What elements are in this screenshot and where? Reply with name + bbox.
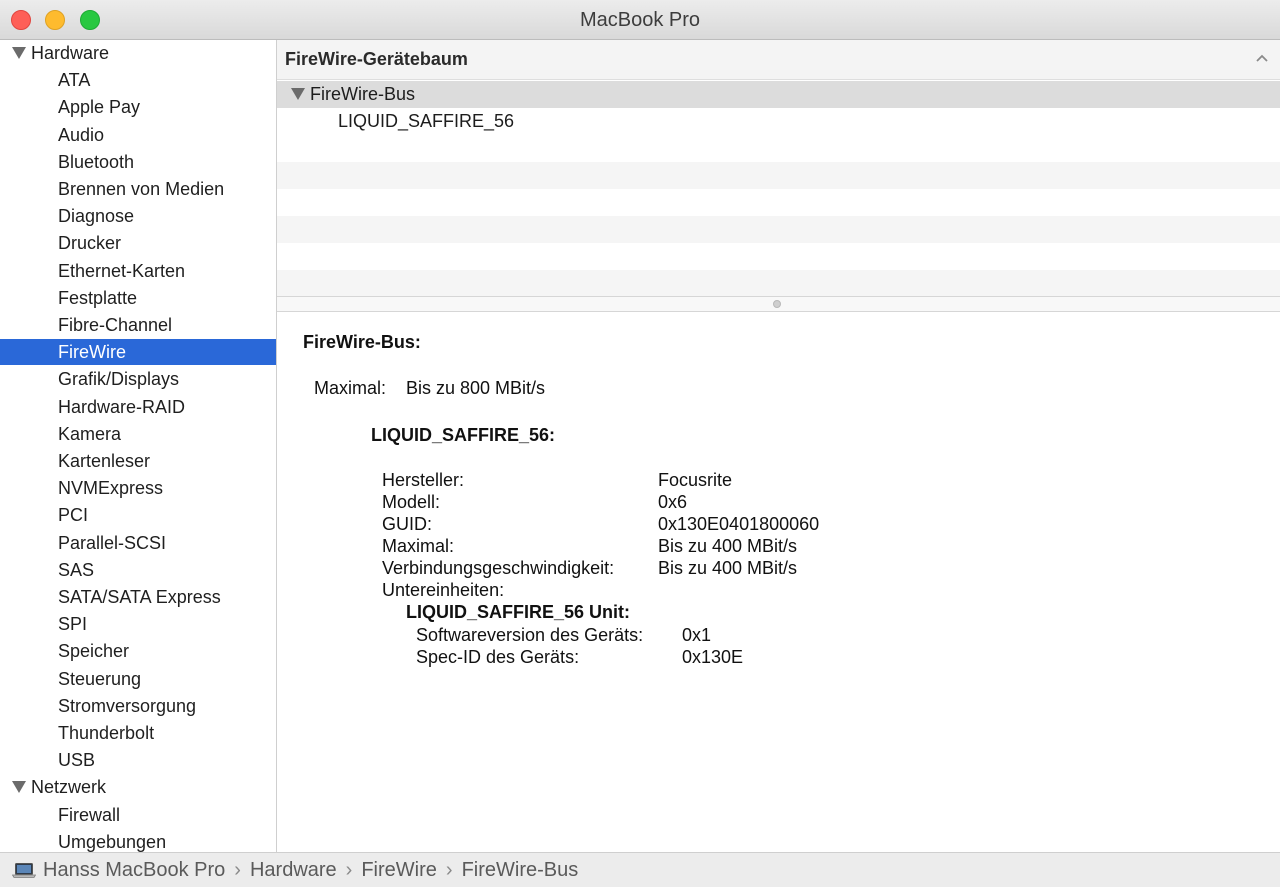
tree-row-empty — [277, 135, 1280, 162]
prop-label: Maximal: — [382, 536, 455, 556]
sidebar-item-firewall[interactable]: Firewall — [0, 802, 276, 828]
breadcrumb-separator-icon: › — [234, 859, 241, 881]
tree-row-empty — [277, 270, 1280, 296]
sidebar-item-pci[interactable]: PCI — [0, 502, 276, 528]
divider-handle-icon[interactable] — [773, 300, 781, 308]
sidebar-item-ethernet-karten[interactable]: Ethernet-Karten — [0, 258, 276, 284]
prop-label: Modell: — [382, 492, 441, 512]
breadcrumb-item[interactable]: FireWire-Bus — [462, 859, 579, 881]
sidebar-group-label: Netzwerk — [31, 777, 107, 797]
sidebar-item-diagnose[interactable]: Diagnose — [0, 203, 276, 229]
unit-prop-label: Softwareversion des Geräts: — [416, 625, 644, 645]
sidebar: Hardware ATA Apple Pay Audio Bluetooth Brenne… — [0, 40, 277, 852]
breadcrumb-separator-icon: › — [345, 859, 353, 881]
tree-row-empty — [277, 216, 1280, 243]
device-tree: FireWire-Bus LIQUID_SAFFIRE_56 — [277, 81, 1280, 296]
prop-value: Bis zu 400 MBit/s — [658, 536, 798, 556]
sidebar-item-brennen-von-medien[interactable]: Brennen von Medien — [0, 176, 276, 202]
sidebar-item-spi[interactable]: SPI — [0, 611, 276, 637]
chevron-up-icon[interactable] — [1254, 50, 1270, 66]
sidebar-item-thunderbolt[interactable]: Thunderbolt — [0, 720, 276, 746]
sidebar-item-umgebungen[interactable]: Umgebungen — [0, 829, 276, 852]
disclosure-triangle-icon[interactable] — [12, 781, 26, 793]
tree-bus-label: FireWire-Bus — [310, 84, 416, 104]
sidebar-item-kamera[interactable]: Kamera — [0, 421, 276, 447]
breadcrumb-item[interactable]: Hardware — [250, 859, 337, 881]
sidebar-item-festplatte[interactable]: Festplatte — [0, 285, 276, 311]
sidebar-item-sata-sata-express[interactable]: SATA/SATA Express — [0, 584, 276, 610]
subunits-label: Untereinheiten: — [382, 580, 505, 600]
breadcrumb: Hanss MacBook Pro › Hardware › FireWire › Fire… — [43, 853, 578, 887]
sidebar-item-speicher[interactable]: Speicher — [0, 638, 276, 664]
sidebar-group-label: Hardware — [31, 43, 110, 63]
unit-title: LIQUID_SAFFIRE_56 Unit: — [406, 602, 631, 622]
unit-prop-label: Spec-ID des Geräts: — [416, 647, 580, 667]
prop-value: Bis zu 400 MBit/s — [658, 558, 798, 578]
sidebar-item-grafik-displays[interactable]: Grafik/Displays — [0, 366, 276, 392]
prop-label: Hersteller: — [382, 470, 465, 490]
title-bar: MacBook Pro — [0, 0, 1280, 40]
detail-bus-title: FireWire-Bus: — [303, 332, 421, 352]
unit-prop-value: 0x130E — [682, 647, 744, 667]
sidebar-group-hardware[interactable]: Hardware — [0, 40, 276, 66]
tree-row-empty — [277, 189, 1280, 216]
sidebar-item-fibre-channel[interactable]: Fibre-Channel — [0, 312, 276, 338]
breadcrumb-item[interactable]: Hanss MacBook Pro — [43, 859, 225, 881]
prop-value: 0x130E0401800060 — [658, 514, 820, 534]
tree-header-label: FireWire-Gerätebaum — [285, 49, 468, 69]
tree-row-empty — [277, 162, 1280, 189]
detail-pane: FireWire-Bus: Maximal: Bis zu 800 MBit/s… — [277, 312, 1280, 852]
sidebar-item-bluetooth[interactable]: Bluetooth — [0, 149, 276, 175]
sidebar-item-audio[interactable]: Audio — [0, 122, 276, 148]
detail-max-label: Maximal: — [314, 378, 387, 398]
sidebar-item-nvmexpress[interactable]: NVMExpress — [0, 475, 276, 501]
system-information-window: MacBook Pro Hardware ATA Apple Pay Audio Blu… — [0, 0, 1280, 887]
disclosure-triangle-icon[interactable] — [12, 47, 26, 59]
tree-row-bus[interactable]: FireWire-Bus — [277, 81, 1280, 108]
tree-header[interactable]: FireWire-Gerätebaum — [277, 40, 1280, 80]
sidebar-item-parallel-scsi[interactable]: Parallel-SCSI — [0, 530, 276, 556]
sidebar-item-apple-pay[interactable]: Apple Pay — [0, 94, 276, 120]
breadcrumb-separator-icon: › — [445, 859, 453, 881]
breadcrumb-item[interactable]: FireWire — [361, 859, 437, 881]
sidebar-item-stromversorgung[interactable]: Stromversorgung — [0, 693, 276, 719]
sidebar-item-hardware-raid[interactable]: Hardware-RAID — [0, 394, 276, 420]
sidebar-item-steuerung[interactable]: Steuerung — [0, 666, 276, 692]
detail-max-value: Bis zu 800 MBit/s — [406, 378, 546, 398]
window-title: MacBook Pro — [579, 9, 701, 31]
tree-device-label: LIQUID_SAFFIRE_56 — [338, 111, 515, 131]
sidebar-item-kartenleser[interactable]: Kartenleser — [0, 448, 276, 474]
tree-row-device[interactable]: LIQUID_SAFFIRE_56 — [277, 108, 1280, 135]
sidebar-item-ata[interactable]: ATA — [0, 67, 276, 93]
sidebar-group-netzwerk[interactable]: Netzwerk — [0, 774, 276, 800]
prop-label: Verbindungsgeschwindigkeit: — [382, 558, 615, 578]
split-divider[interactable] — [277, 296, 1280, 312]
disclosure-triangle-icon[interactable] — [291, 88, 305, 100]
main-pane: FireWire-Gerätebaum FireWire-Bus LIQUID_… — [277, 40, 1280, 852]
detail-device-title: LIQUID_SAFFIRE_56: — [371, 425, 556, 445]
laptop-icon — [12, 863, 36, 878]
tree-row-empty — [277, 243, 1280, 270]
prop-value: Focusrite — [658, 470, 733, 490]
prop-value: 0x6 — [658, 492, 688, 512]
unit-prop-value: 0x1 — [682, 625, 712, 645]
path-bar: Hanss MacBook Pro › Hardware › FireWire › Fire… — [0, 852, 1280, 887]
sidebar-item-firewire[interactable]: FireWire — [0, 339, 276, 365]
prop-label: GUID: — [382, 514, 433, 534]
sidebar-item-drucker[interactable]: Drucker — [0, 230, 276, 256]
sidebar-item-sas[interactable]: SAS — [0, 557, 276, 583]
sidebar-item-usb[interactable]: USB — [0, 747, 276, 773]
